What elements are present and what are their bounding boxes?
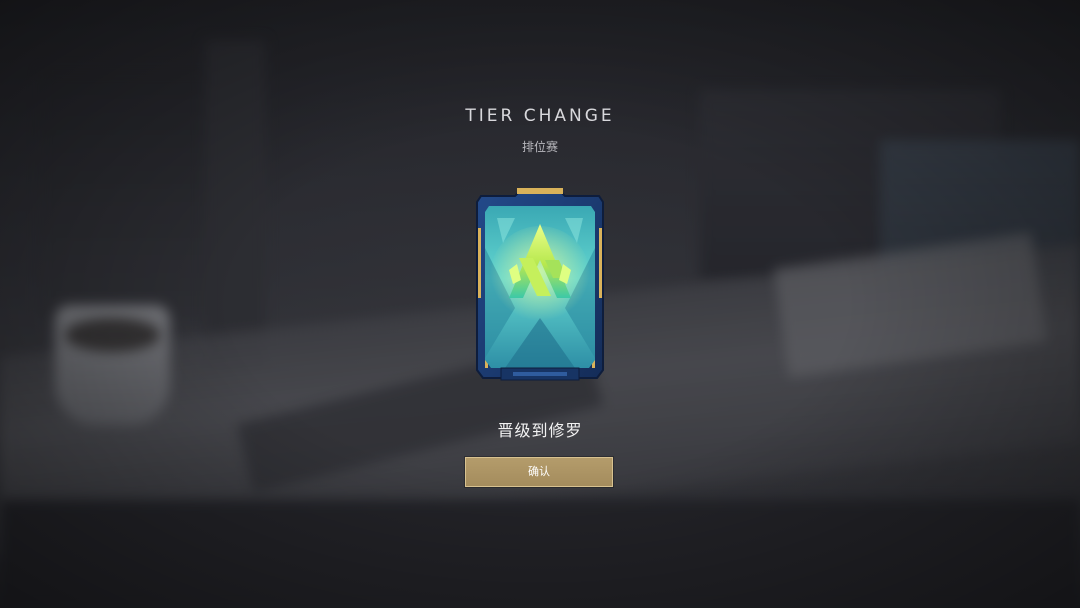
dialog-subtitle: 排位赛: [521, 140, 558, 154]
game-screen: TIER CHANGE 排位赛 晋级到修罗 确认: [0, 0, 1080, 608]
promotion-result-text: 晋级到修罗: [497, 421, 583, 440]
confirm-button[interactable]: 确认: [465, 457, 613, 487]
dialog-title: TIER CHANGE: [465, 106, 615, 126]
tier-emblem-icon: [476, 188, 604, 381]
